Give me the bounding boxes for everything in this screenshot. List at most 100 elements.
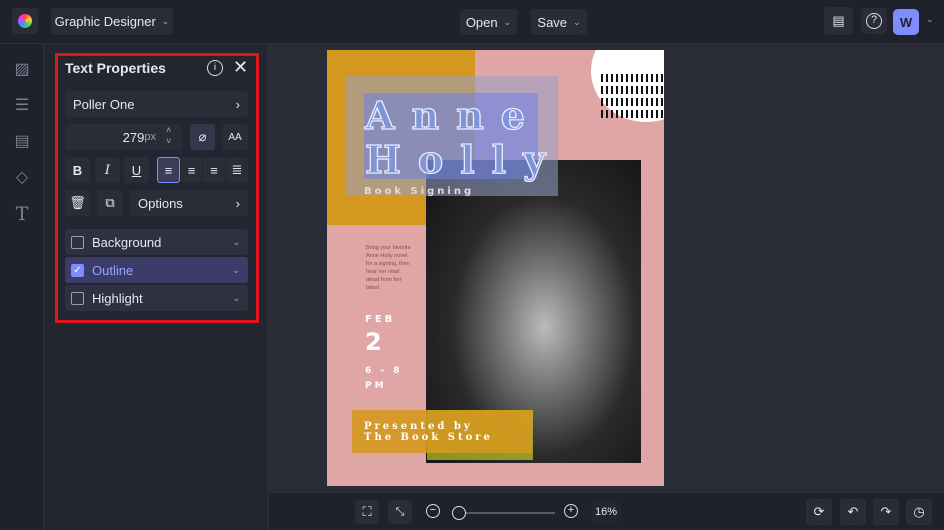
delete-button[interactable]: 🗑 (65, 190, 90, 216)
chevron-down-icon: ⌄ (232, 264, 240, 275)
align-center-button[interactable]: ≡ (181, 157, 202, 183)
open-button[interactable]: Open ⌄ (460, 9, 517, 35)
open-label: Open (465, 14, 498, 30)
help-icon: ? (866, 13, 882, 29)
mode-dropdown[interactable]: Graphic Designer ⌄ (51, 8, 173, 35)
save-label: Save (537, 14, 568, 30)
section-highlight[interactable]: Highlight ⌄ (65, 285, 248, 311)
background-checkbox[interactable] (71, 235, 84, 249)
redo-button[interactable]: ↷ (873, 499, 899, 525)
options-label: Options (138, 195, 183, 211)
zoom-slider[interactable] (452, 512, 555, 514)
zoom-slider-handle[interactable] (452, 506, 466, 520)
refresh-button[interactable]: ⟳ (806, 499, 832, 525)
pattern-marks (601, 70, 663, 118)
poster-canvas[interactable]: Anne Holly Book Signing Bring your favor… (327, 50, 664, 486)
time-period[interactable]: PM (365, 381, 387, 391)
chevron-down-icon: ⌄ (232, 236, 240, 247)
no-color-icon: ⌀ (198, 129, 207, 144)
undo-button[interactable]: ↶ (840, 499, 866, 525)
save-button[interactable]: Save ⌄ (531, 9, 587, 35)
text-icon[interactable]: T (12, 204, 32, 224)
zoom-in-icon[interactable]: + (564, 504, 578, 518)
align-left-button[interactable]: ≡ (157, 157, 180, 183)
time[interactable]: 6 - 8 (365, 366, 403, 376)
chevron-down-icon: ⌄ (503, 16, 512, 27)
chevron-right-icon: › (235, 96, 240, 112)
outline-checkbox[interactable]: ✓ (71, 263, 84, 277)
refresh-icon: ⟳ (813, 504, 825, 519)
chevron-down-icon: ⌄ (573, 16, 581, 27)
font-selector[interactable]: Poller One › (65, 91, 248, 117)
logo[interactable] (12, 8, 38, 34)
redo-icon: ↷ (880, 504, 892, 519)
account-chevron-icon[interactable]: ⌄ (926, 14, 934, 25)
font-size-input[interactable]: 279 px (65, 124, 182, 150)
comment-icon: ▤ (832, 13, 845, 28)
subtitle[interactable]: Book Signing (364, 186, 474, 197)
comments-button[interactable]: ▤ (824, 7, 853, 35)
letter-spacing-icon: AA (228, 131, 242, 143)
zoom-out-icon[interactable]: − (426, 504, 440, 518)
section-label: Highlight (92, 290, 143, 306)
avatar-initial: W (899, 14, 913, 30)
bottom-bar: ⛶ ⤡ − + 16% ⟳ ↶ ↷ ◷ (269, 492, 944, 530)
no-color-button[interactable]: ⌀ (190, 124, 215, 150)
font-name: Poller One (73, 96, 135, 112)
fit-screen-button[interactable]: ⛶ (355, 500, 379, 524)
section-label: Background (92, 234, 162, 250)
bold-button[interactable]: B (65, 157, 90, 183)
history-button[interactable]: ◷ (906, 499, 932, 525)
chevron-down-icon: ⌄ (161, 16, 170, 26)
tool-rail: ▨ ☰ ▤ ◇ T (0, 44, 44, 530)
chevron-down-icon: ⌄ (232, 292, 240, 303)
highlight-checkbox[interactable] (71, 291, 84, 305)
shrink-button[interactable]: ⤡ (388, 500, 412, 524)
day[interactable]: 2 (365, 328, 385, 356)
close-icon[interactable]: ✕ (233, 57, 248, 78)
history-icon: ◷ (913, 504, 925, 519)
section-background[interactable]: Background ⌄ (65, 229, 248, 255)
info-icon[interactable]: i (207, 60, 223, 76)
bold-label: B (72, 162, 83, 178)
justify-icon: ≣ (231, 162, 243, 177)
avatar[interactable]: W (893, 9, 919, 35)
month[interactable]: FEB (365, 314, 395, 325)
shapes-icon[interactable]: ◇ (12, 168, 32, 188)
zoom-level[interactable]: 16% (591, 501, 621, 523)
top-bar: Graphic Designer ⌄ Open ⌄ Save ⌄ ▤ ? W ⌄ (0, 0, 944, 44)
trash-icon: 🗑 (69, 195, 86, 210)
size-stepper[interactable]: ˄ ˅ (166, 125, 171, 147)
image-icon[interactable]: ▨ (12, 60, 32, 80)
logo-icon (18, 14, 32, 28)
underline-label: U (131, 162, 142, 178)
underline-button[interactable]: U (124, 157, 149, 183)
title-line-2[interactable]: Holly (364, 136, 562, 182)
section-label: Outline (92, 262, 134, 278)
align-right-icon: ≡ (210, 162, 218, 178)
italic-label: I (104, 162, 111, 178)
shrink-icon: ⤡ (395, 505, 405, 518)
help-button[interactable]: ? (861, 8, 887, 34)
section-outline[interactable]: ✓ Outline ⌄ (65, 257, 248, 283)
font-size-value: 279 (122, 129, 145, 145)
panel-title: Text Properties (65, 60, 166, 76)
italic-button[interactable]: I (95, 157, 120, 183)
align-center-icon: ≡ (187, 162, 196, 178)
presented-line-2[interactable]: The Book Store (364, 432, 493, 443)
layout-icon[interactable]: ▤ (12, 132, 32, 152)
adjustments-icon[interactable]: ☰ (12, 96, 32, 116)
blurb[interactable]: Bring your favorite Anne Holly novel for… (366, 244, 412, 292)
duplicate-button[interactable]: ⧉ (97, 190, 123, 216)
zoom-level-text: 16% (594, 506, 618, 518)
align-left-icon: ≡ (164, 162, 173, 178)
align-right-button[interactable]: ≡ (203, 157, 225, 183)
title-line-1[interactable]: Anne (364, 92, 542, 138)
presented-line-1[interactable]: Presented by (364, 421, 473, 432)
undo-icon: ↶ (847, 504, 859, 519)
letter-spacing-button[interactable]: AA (222, 124, 248, 150)
options-button[interactable]: Options › (130, 190, 248, 216)
mode-label: Graphic Designer (54, 14, 156, 29)
font-size-unit: px (144, 131, 156, 143)
justify-button[interactable]: ≣ (226, 157, 248, 183)
